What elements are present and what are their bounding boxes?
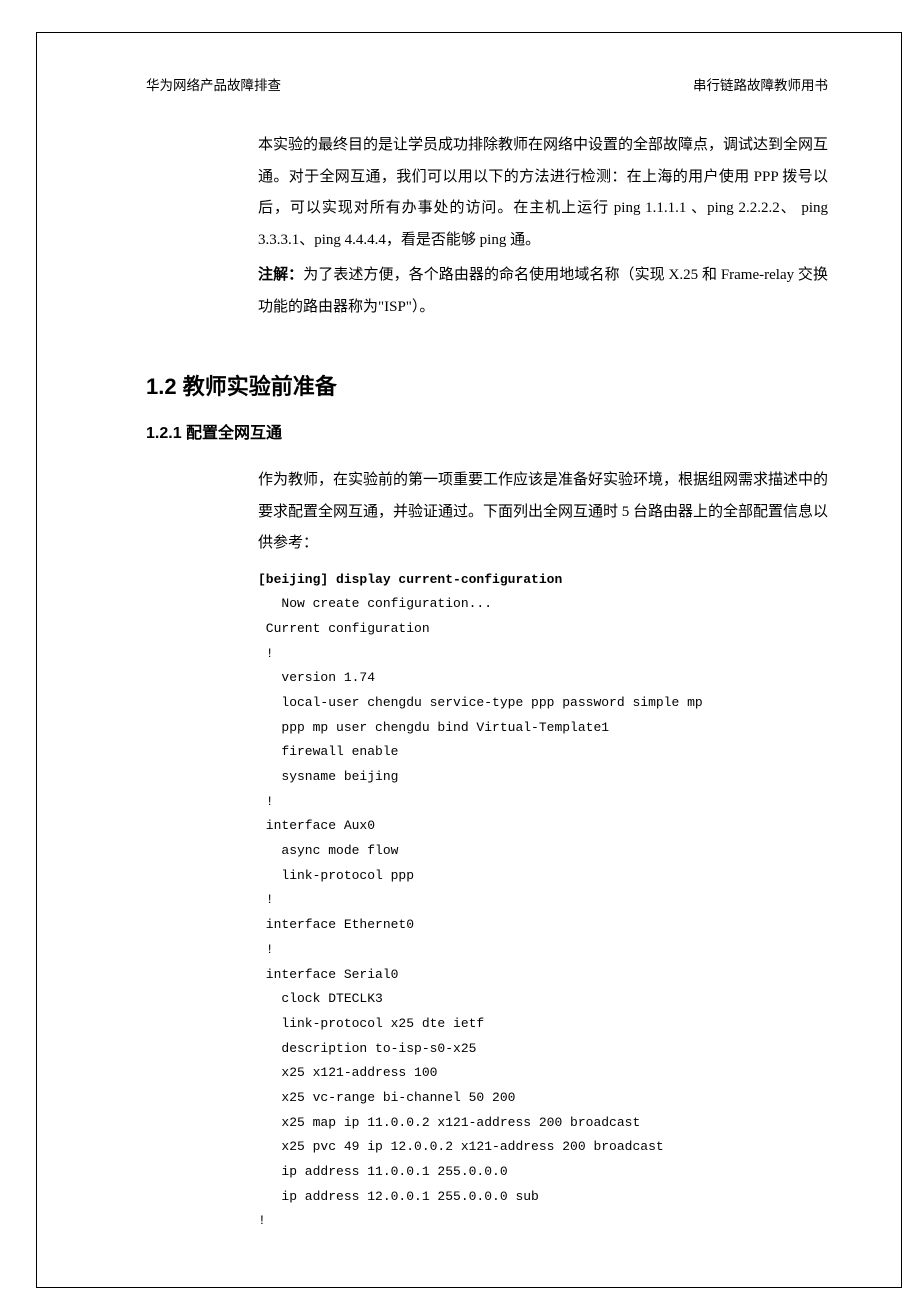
- section-body: 作为教师，在实验前的第一项重要工作应该是准备好实验环境，根据组网需求描述中的要求…: [258, 465, 828, 560]
- note-body: 为了表述方便，各个路由器的命名使用地域名称（实现 X.25 和 Frame-re…: [258, 267, 828, 315]
- intro-note: 注解：为了表述方便，各个路由器的命名使用地域名称（实现 X.25 和 Frame…: [258, 260, 828, 323]
- code-command: [beijing] display current-configuration: [258, 572, 562, 587]
- config-code-block: [beijing] display current-configuration …: [258, 568, 828, 1235]
- note-label: 注解：: [258, 267, 303, 283]
- header-right: 串行链路故障教师用书: [693, 74, 828, 94]
- heading-1-2: 1.2 教师实验前准备: [146, 369, 828, 401]
- page-content: 华为网络产品故障排查 串行链路故障教师用书 本实验的最终目的是让学员成功排除教师…: [146, 74, 828, 1234]
- header-left: 华为网络产品故障排查: [146, 74, 281, 94]
- code-lines: Now create configuration... Current conf…: [258, 596, 703, 1228]
- intro-paragraph-1: 本实验的最终目的是让学员成功排除教师在网络中设置的全部故障点，调试达到全网互通。…: [258, 130, 828, 256]
- section-paragraph: 作为教师，在实验前的第一项重要工作应该是准备好实验环境，根据组网需求描述中的要求…: [258, 465, 828, 560]
- heading-1-2-1: 1.2.1 配置全网互通: [146, 419, 828, 443]
- intro-block: 本实验的最终目的是让学员成功排除教师在网络中设置的全部故障点，调试达到全网互通。…: [258, 130, 828, 323]
- running-header: 华为网络产品故障排查 串行链路故障教师用书: [146, 74, 828, 94]
